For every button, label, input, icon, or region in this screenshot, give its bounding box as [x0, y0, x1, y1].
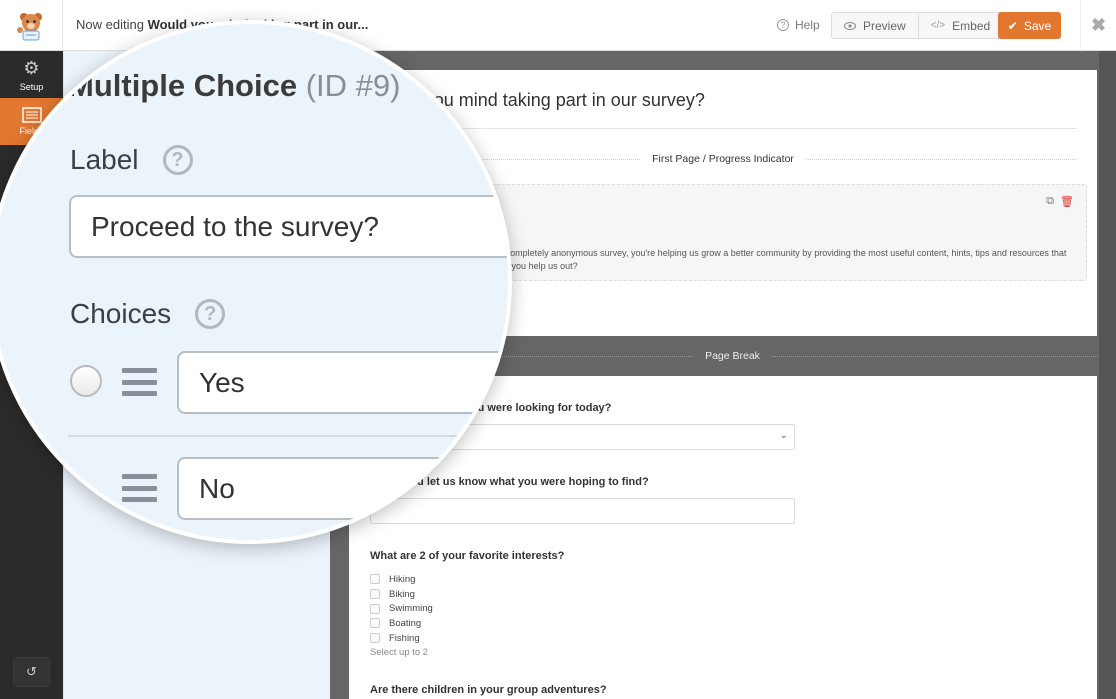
- choices-heading-text: Choices: [70, 298, 172, 329]
- option-label: Hiking: [389, 573, 416, 585]
- option-label: Boating: [389, 617, 422, 629]
- choice-input[interactable]: Yes: [177, 351, 508, 414]
- checkbox[interactable]: [370, 574, 380, 585]
- default-choice-radio[interactable]: [70, 365, 102, 397]
- eye-icon: [844, 21, 856, 30]
- help-link[interactable]: ? Help: [777, 18, 820, 32]
- checkbox[interactable]: [370, 603, 380, 614]
- save-button[interactable]: ✔ Save: [998, 12, 1061, 39]
- question-label: Are there children in your group adventu…: [370, 684, 607, 696]
- label-heading: Label ?: [70, 144, 193, 176]
- question-label: What are 2 of your favorite interests?: [370, 550, 565, 562]
- checkbox[interactable]: [370, 618, 380, 629]
- checkmark-icon: ✔: [1007, 18, 1018, 33]
- interests-checkbox-list: Hiking Biking Swimming Boating Fishing S…: [370, 572, 433, 658]
- drag-handle-icon[interactable]: [122, 368, 157, 396]
- revisions-button[interactable]: ↺: [13, 657, 50, 687]
- checkbox-option[interactable]: Biking: [370, 587, 433, 602]
- revisions-icon: ↺: [26, 664, 37, 679]
- question-circle-icon[interactable]: ?: [162, 145, 193, 175]
- trash-icon[interactable]: 🗑: [1060, 195, 1074, 208]
- label-heading-text: Label: [70, 144, 139, 175]
- checkbox[interactable]: [370, 633, 380, 644]
- field-actions: ⧉ 🗑: [1046, 195, 1074, 208]
- embed-button[interactable]: </> Embed: [917, 13, 1003, 38]
- close-icon: ✖: [1090, 15, 1107, 35]
- save-label: Save: [1023, 18, 1052, 33]
- preview-label: Preview: [863, 18, 906, 33]
- code-icon: </>: [930, 20, 946, 31]
- page-break-label: Page Break: [705, 350, 760, 362]
- choice-divider: [68, 435, 508, 437]
- drag-handle-icon[interactable]: [122, 474, 157, 502]
- preview-scrollbar[interactable]: [1099, 51, 1116, 699]
- magnified-field-options: Multiple Choice (ID #9) Label ? Proceed …: [0, 20, 512, 544]
- field-options-title: Multiple Choice (ID #9): [68, 68, 400, 104]
- choice-value: Yes: [199, 367, 245, 398]
- close-builder-button[interactable]: ✖: [1080, 0, 1116, 51]
- field-id: (ID #9): [305, 68, 401, 103]
- checkbox-option[interactable]: Boating: [370, 616, 433, 631]
- chevron-down-icon: ⌄: [779, 430, 788, 441]
- question-circle-icon[interactable]: ?: [195, 299, 226, 329]
- label-input-value: Proceed to the survey?: [91, 211, 379, 242]
- dotted-line: [805, 158, 1077, 160]
- checkbox[interactable]: [370, 589, 380, 600]
- option-label: Fishing: [389, 632, 420, 644]
- preview-embed-group: Preview </> Embed: [831, 12, 1004, 39]
- checkbox-option[interactable]: Swimming: [370, 601, 433, 616]
- choice-value: No: [199, 473, 235, 504]
- label-input[interactable]: Proceed to the survey?: [69, 195, 508, 258]
- field-type: Multiple Choice: [68, 68, 298, 103]
- option-label: Biking: [389, 588, 415, 600]
- checkbox-hint: Select up to 2: [370, 647, 429, 659]
- preview-button[interactable]: Preview: [832, 13, 918, 38]
- choice-input[interactable]: No: [177, 457, 508, 520]
- option-label: Swimming: [389, 603, 433, 615]
- duplicate-icon[interactable]: ⧉: [1046, 195, 1054, 208]
- first-page-label: First Page / Progress Indicator: [652, 153, 794, 165]
- help-label: Help: [795, 18, 820, 32]
- checkbox-option[interactable]: Hiking: [370, 572, 433, 587]
- choices-heading: Choices ?: [70, 298, 226, 330]
- question-circle-icon: ?: [777, 19, 789, 31]
- embed-label: Embed: [952, 18, 991, 33]
- dotted-line: [771, 355, 1116, 357]
- checkbox-option[interactable]: Fishing: [370, 631, 433, 646]
